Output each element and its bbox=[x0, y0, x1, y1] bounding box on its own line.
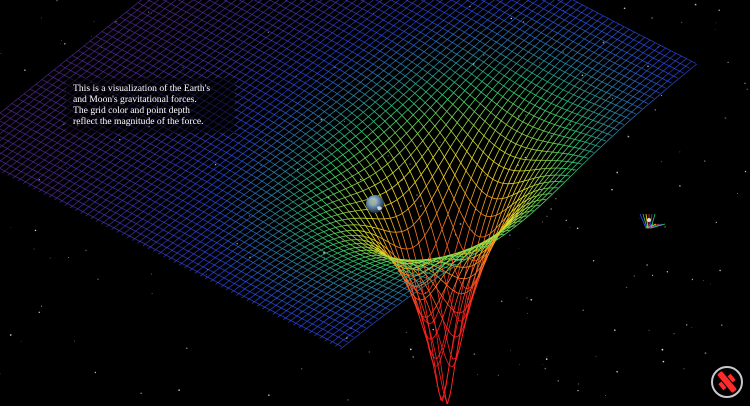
info-caption: This is a visualization of the Earth's a… bbox=[66, 78, 235, 133]
gravity-field-scene[interactable] bbox=[0, 0, 750, 406]
gravity-visualization-viewport[interactable]: This is a visualization of the Earth's a… bbox=[0, 0, 750, 406]
moon-icon bbox=[647, 218, 651, 222]
earth-icon bbox=[366, 195, 384, 213]
moon-gravity-well bbox=[639, 213, 666, 229]
satellite-compass-icon[interactable] bbox=[709, 364, 745, 400]
gravity-grid-mesh bbox=[0, 0, 698, 405]
